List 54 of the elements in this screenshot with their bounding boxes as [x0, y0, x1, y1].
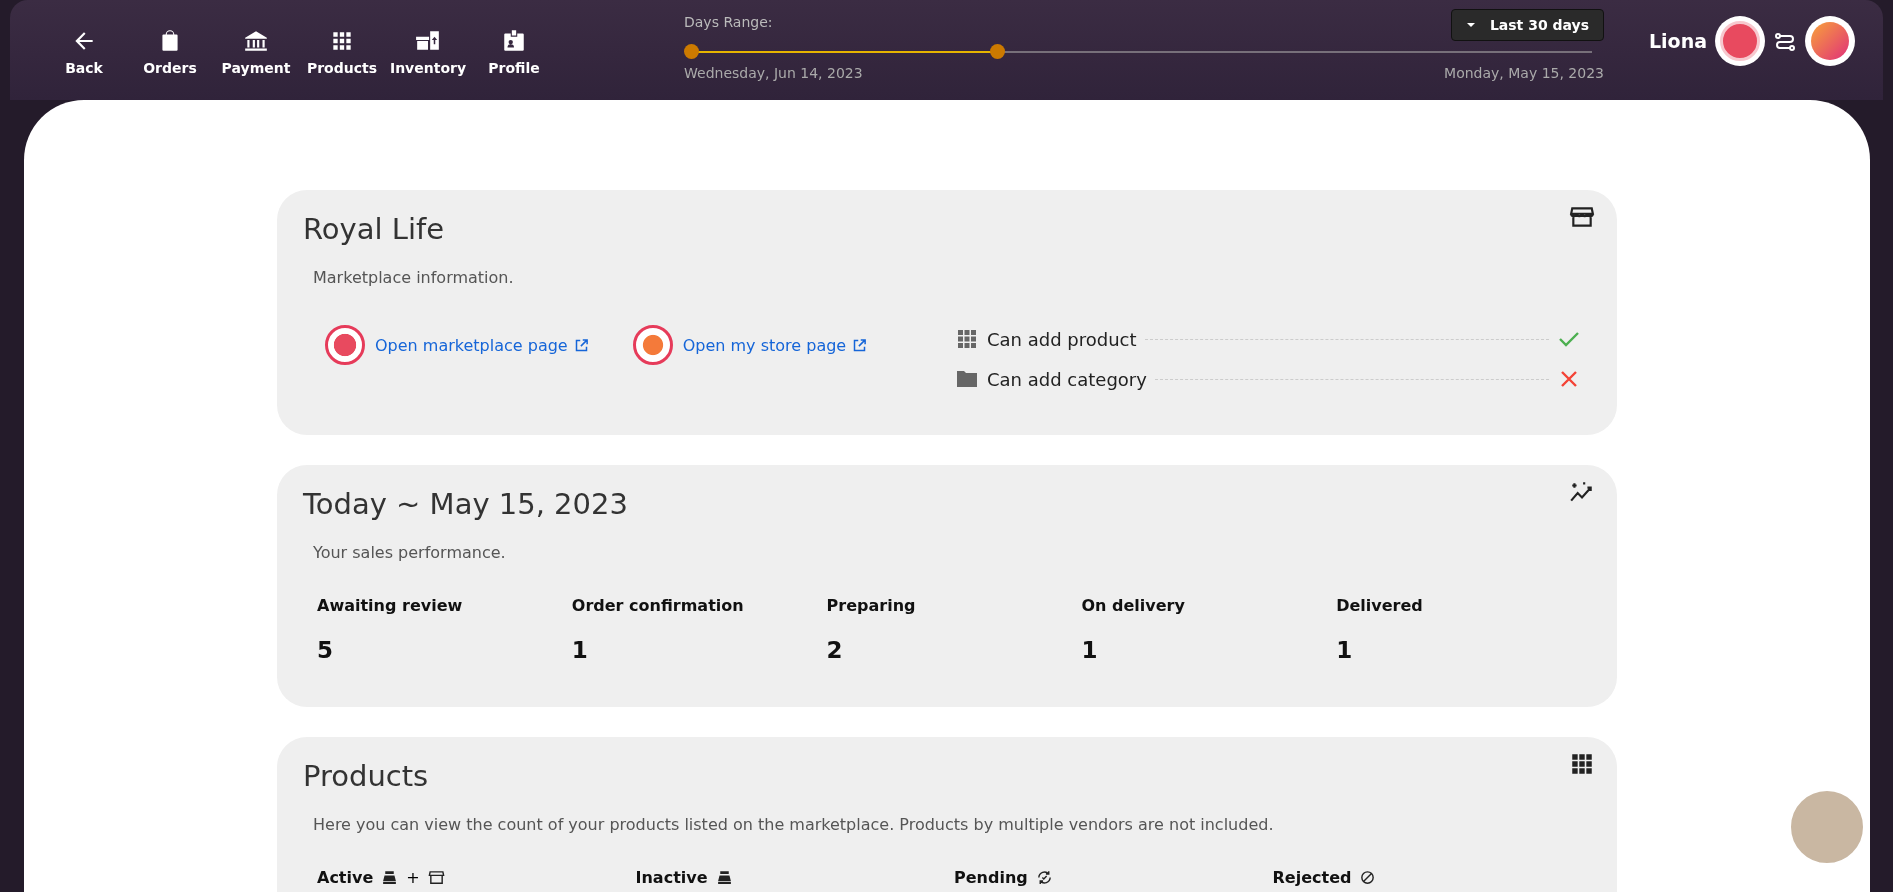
stat-value: 1: [1336, 637, 1354, 663]
permission-label: Can add category: [987, 368, 1147, 390]
card-title: Royal Life: [303, 212, 445, 246]
grid-icon: [1569, 751, 1595, 777]
stat-value: 1: [571, 637, 589, 663]
nav-button[interactable]: Products: [302, 28, 382, 76]
card-subtitle: Marketplace information.: [313, 268, 515, 287]
range-label: Days Range:: [684, 14, 773, 30]
column-label: Pending: [954, 868, 1028, 887]
external-link-icon: [852, 337, 868, 353]
end-date: Monday, May 15, 2023: [1444, 65, 1604, 81]
start-date: Wednesday, Jun 14, 2023: [684, 65, 863, 81]
permission-label: Can add product: [987, 328, 1137, 350]
user-name: Liona: [1648, 30, 1707, 52]
store-logo[interactable]: [1805, 16, 1855, 66]
nav-button[interactable]: Back: [44, 28, 124, 76]
stat-label: Delivered: [1336, 596, 1424, 615]
nav-button[interactable]: Payment: [216, 28, 296, 76]
logo-icon: [325, 325, 365, 365]
nav-button[interactable]: Profile: [474, 28, 554, 76]
external-link-icon: [573, 337, 589, 353]
slider-thumb[interactable]: [989, 44, 1005, 59]
register-icon: [715, 869, 733, 886]
column-label: Inactive: [635, 868, 708, 887]
plus-sign: +: [406, 868, 420, 887]
block-icon: [1359, 869, 1377, 886]
external-link[interactable]: Open my store page: [682, 335, 868, 355]
stat-value: 5: [317, 637, 334, 663]
logo-icon: [632, 325, 673, 365]
store-icon: [1569, 204, 1595, 230]
store-icon: [427, 869, 445, 886]
nav-button[interactable]: Inventory: [388, 28, 468, 76]
stat-label: Order confirmation: [571, 596, 745, 615]
slider-thumb[interactable]: [684, 44, 699, 59]
card-subtitle: Your sales performance.: [313, 543, 507, 562]
nav-button[interactable]: Orders: [130, 28, 210, 76]
card-title: Products: [303, 759, 429, 793]
column-label: Active: [317, 868, 374, 887]
column-label: Rejected: [1272, 868, 1352, 887]
sync-icon: [1035, 869, 1053, 886]
external-link[interactable]: Open marketplace page: [375, 335, 589, 355]
card-title: Today ~ May 15, 2023: [303, 487, 628, 521]
stat-label: Awaiting review: [317, 596, 464, 615]
stat-label: On delivery: [1081, 596, 1186, 615]
card-subtitle: Here you can view the count of your products listed on the marketplace. Products by multiple vendors are not included.: [313, 815, 1275, 834]
stat-value: 2: [826, 637, 844, 663]
caret-icon: [1465, 22, 1476, 28]
marketplace-logo[interactable]: [1715, 16, 1765, 66]
register-icon: [381, 869, 399, 886]
stat-value: 1: [1081, 637, 1099, 663]
id-badge-icon: [501, 28, 527, 54]
grid-icon: [955, 327, 979, 351]
stat-label: Preparing: [826, 596, 917, 615]
range-dropdown[interactable]: Last 30 days: [1450, 9, 1604, 41]
